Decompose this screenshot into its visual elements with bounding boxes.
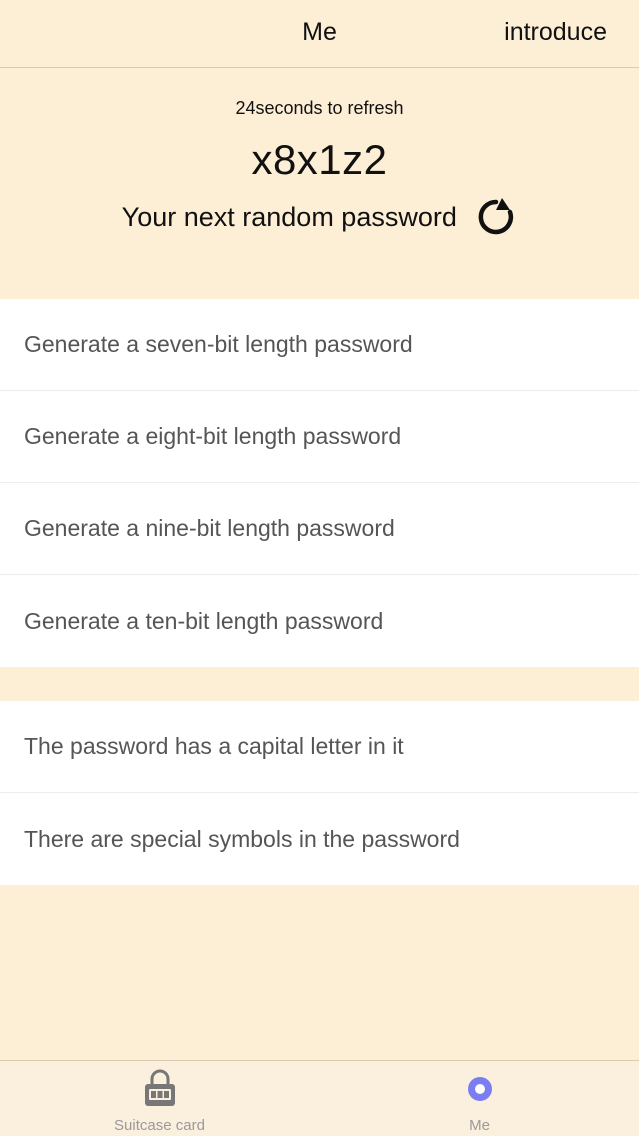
next-password-label: Your next random password [121, 201, 457, 232]
navigation-bar: Me introduce [0, 0, 639, 68]
next-password-row: Your next random password [0, 196, 639, 240]
list-item-special-symbols[interactable]: There are special symbols in the passwor… [0, 793, 639, 885]
app-screen: Me introduce 24seconds to refresh x8x1z2… [0, 0, 639, 1136]
refresh-icon[interactable] [475, 196, 517, 238]
length-options-list: Generate a seven-bit length password Gen… [0, 299, 639, 667]
list-item-seven-bit[interactable]: Generate a seven-bit length password [0, 299, 639, 391]
tab-label-me: Me [469, 1117, 490, 1134]
tab-me[interactable]: Me [320, 1061, 639, 1136]
generated-password: x8x1z2 [251, 136, 388, 183]
padlock-icon [144, 1069, 175, 1106]
list-item-eight-bit[interactable]: Generate a eight-bit length password [0, 391, 639, 483]
list-item-nine-bit[interactable]: Generate a nine-bit length password [0, 483, 639, 575]
refresh-countdown-text: 24seconds to refresh [235, 98, 404, 118]
list-item-ten-bit[interactable]: Generate a ten-bit length password [0, 575, 639, 667]
tab-suitcase-card[interactable]: Suitcase card [0, 1061, 319, 1136]
introduce-button[interactable]: introduce [504, 18, 607, 47]
rule-options-list: The password has a capital letter in it … [0, 701, 639, 885]
tab-bar: Suitcase card Me [0, 1060, 639, 1136]
dot-circle-icon [467, 1077, 492, 1101]
tab-label-suitcase-card: Suitcase card [114, 1117, 205, 1134]
list-item-capital-letter[interactable]: The password has a capital letter in it [0, 701, 639, 793]
